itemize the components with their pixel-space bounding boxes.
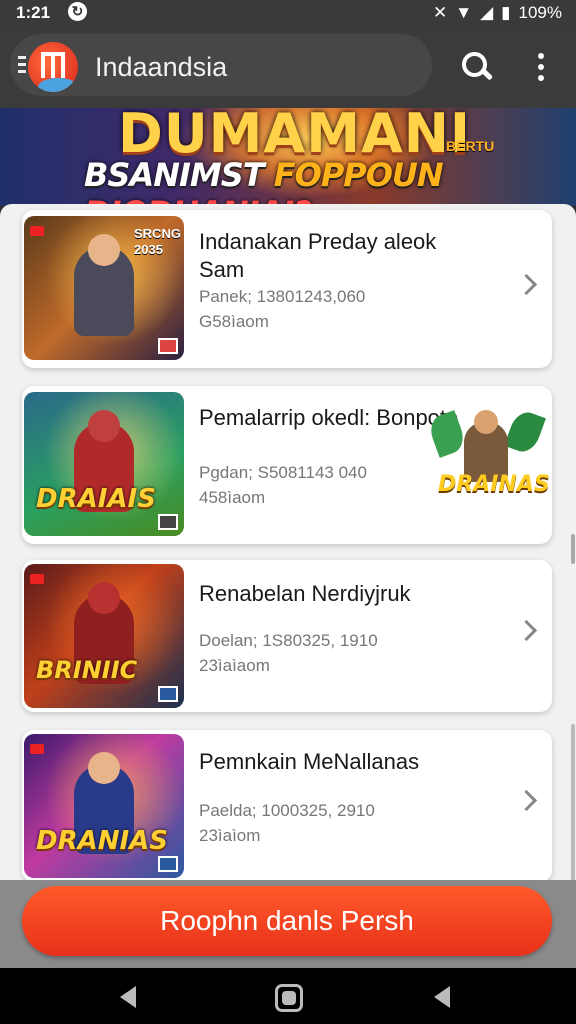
- card-title: Indanakan Preday aleok Sam: [199, 229, 437, 282]
- chevron-right-icon[interactable]: [515, 619, 538, 642]
- status-time: 1:21: [16, 3, 51, 22]
- list-item[interactable]: BRINIIC Renabelan Nerdiyjruk Doelan; 1S8…: [22, 560, 552, 712]
- card-meta: Pgdan; S5081143 040: [199, 463, 367, 482]
- list-item[interactable]: DRAIAIS Pemalarrip okedl: Bonpote Pgdan;…: [22, 386, 552, 544]
- game-thumbnail: DRAIAIS: [24, 392, 184, 536]
- status-icons: ✕ ▼ ◢ ▮ 109%: [433, 3, 562, 23]
- wifi-icon: ▼: [455, 3, 473, 22]
- battery-icon: ▮: [501, 3, 511, 22]
- game-side-art: DRAINAS: [426, 408, 550, 518]
- list-item[interactable]: DRANIAS Pemnkain MeNallanas Paelda; 1000…: [22, 730, 552, 880]
- card-meta: Panek; 13801243,060: [199, 287, 366, 306]
- badge-icon: [158, 338, 178, 354]
- app-bar: Indaandsia: [0, 26, 576, 108]
- cta-bar: Roophn danls Persh: [0, 880, 576, 968]
- ribbon-icon: [30, 574, 44, 584]
- thumbnail-caption: SRCNG 2035: [134, 226, 181, 257]
- card-title: Renabelan Nerdiyjruk: [199, 581, 411, 606]
- battery-level: 109%: [518, 3, 562, 22]
- search-icon[interactable]: [462, 52, 492, 82]
- banner-subheadline: BSANIMST FOPPOUN DIODHANIAI?: [84, 156, 444, 206]
- primary-cta-button[interactable]: Roophn danls Persh: [22, 886, 552, 956]
- scrollbar-track[interactable]: [571, 724, 575, 880]
- scrollbar[interactable]: [571, 534, 575, 564]
- home-icon[interactable]: [275, 984, 303, 1012]
- app-logo: [28, 42, 78, 92]
- game-thumbnail: BRINIIC: [24, 564, 184, 708]
- badge-icon: [158, 856, 178, 872]
- card-meta: Doelan; 1S80325, 1910: [199, 631, 378, 650]
- sync-icon: ↻: [68, 2, 87, 21]
- badge-icon: [158, 686, 178, 702]
- status-bar: 1:21 ↻ ✕ ▼ ◢ ▮ 109%: [0, 0, 576, 26]
- chevron-right-icon[interactable]: [515, 273, 538, 296]
- thumbnail-logo: BRINIIC: [36, 656, 138, 684]
- card-meta-2: G58ìaom: [199, 312, 269, 331]
- card-meta-2: 458ìaom: [199, 488, 266, 507]
- badge-icon: [158, 514, 178, 530]
- system-nav-bar: [0, 968, 576, 1024]
- recents-icon[interactable]: [434, 986, 450, 1008]
- card-meta-2: 23ìaìom: [199, 826, 261, 845]
- card-meta-2: 23ìaìaom: [199, 656, 270, 675]
- more-options-icon[interactable]: [536, 53, 546, 81]
- card-title: Pemnkain MeNallanas: [199, 749, 420, 774]
- game-thumbnail: DRANIAS: [24, 734, 184, 878]
- banner-tag: BERTU: [446, 138, 495, 154]
- side-art-logo: DRAINAS: [438, 472, 550, 497]
- chevron-right-icon[interactable]: [515, 789, 538, 812]
- game-list[interactable]: SRCNG 2035 Indanakan Preday aleok Sam Pa…: [0, 204, 576, 880]
- ribbon-icon: [30, 226, 44, 236]
- card-meta: Paelda; 1000325, 2910: [199, 801, 375, 820]
- menu-icon[interactable]: [18, 56, 28, 76]
- thumbnail-logo: DRAIAIS: [36, 484, 156, 514]
- ribbon-icon: [30, 744, 44, 754]
- signal-icon: ◢: [480, 3, 494, 22]
- app-title: Indaandsia: [95, 52, 228, 82]
- back-icon[interactable]: [120, 986, 136, 1008]
- game-thumbnail: SRCNG 2035: [24, 216, 184, 360]
- promo-banner[interactable]: DUMAMANI BERTU BSANIMST FOPPOUN DIODHANI…: [0, 108, 576, 206]
- thumbnail-logo: DRANIAS: [36, 826, 169, 856]
- vibrate-off-icon: ✕: [433, 3, 448, 22]
- list-item[interactable]: SRCNG 2035 Indanakan Preday aleok Sam Pa…: [22, 210, 552, 368]
